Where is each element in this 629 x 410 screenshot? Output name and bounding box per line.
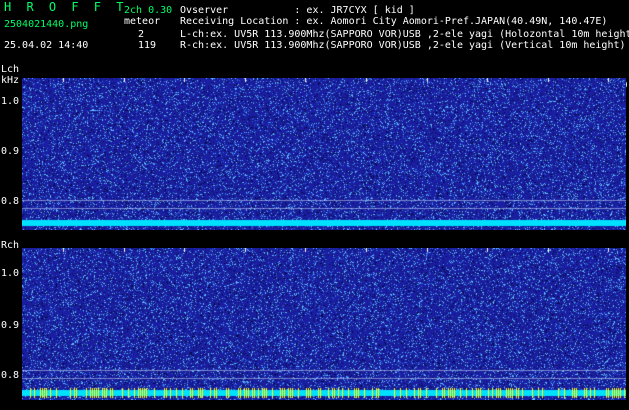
filename-label: 2504021440.png <box>4 19 89 30</box>
rch-spectrogram <box>22 248 626 400</box>
rch-panel-label: Rch <box>1 240 20 251</box>
rch-setup-line: R-ch:ex. UV5R 113.900Mhz(SAPPORO VOR)USB… <box>180 40 626 51</box>
observer-line: Ovserver : ex. JR7CYX [ kid ] <box>180 5 415 16</box>
meteor-count-rch: 119 <box>138 40 157 51</box>
meteor-count-lch: 2 <box>138 29 145 40</box>
meteor-label: meteor <box>124 16 161 27</box>
datetime-label: 25.04.02 14:40 <box>4 40 89 51</box>
lch-panel-label: Lch <box>1 64 20 75</box>
lch-spectrogram <box>22 78 626 230</box>
lch-unit-label: kHz <box>1 75 20 86</box>
lch-spectrogram-canvas <box>22 78 626 230</box>
lch-setup-line: L-ch:ex. UV5R 113.900Mhz(SAPPORO VOR)USB… <box>180 29 629 40</box>
lch-ytick-1-0: 1.0 <box>1 96 20 107</box>
location-line: Receiving Location : ex. Aomori City Aom… <box>180 16 608 27</box>
rch-spectrogram-canvas <box>22 248 626 400</box>
rch-ytick-0-8: 0.8 <box>1 370 20 381</box>
rch-ytick-1-0: 1.0 <box>1 268 20 279</box>
channel-mode-label: 2ch 0.30 <box>124 5 173 16</box>
rch-ytick-0-9: 0.9 <box>1 320 20 331</box>
app-logo: H R O F F T <box>4 0 128 14</box>
lch-ytick-0-8: 0.8 <box>1 196 20 207</box>
lch-ytick-0-9: 0.9 <box>1 146 20 157</box>
